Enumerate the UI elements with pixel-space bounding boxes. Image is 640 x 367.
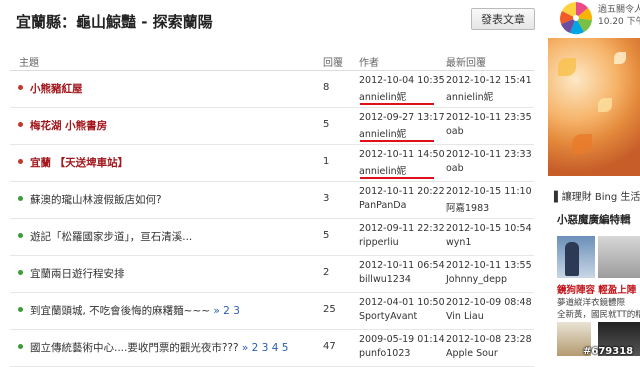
last-reply-author[interactable]: annielin妮 xyxy=(446,89,493,103)
topic-row[interactable]: 蘇澳的瓏山林渡假飯店如何? 3 2012-10-11 20:22 PanPanDa 2… xyxy=(10,182,534,219)
created-time: 2012-10-11 14:50 xyxy=(359,149,445,160)
topic-row[interactable]: 宜蘭兩日遊行程安排 2 2012-10-11 06:54 billwu1234 201… xyxy=(10,256,534,293)
last-reply-author[interactable]: wyn1 xyxy=(446,237,471,248)
author-link[interactable]: PanPanDa xyxy=(359,200,406,211)
topic-row[interactable]: 小熊豬紅屋 8 2012-10-04 10:35 annielin妮 2012-10-… xyxy=(10,71,534,108)
topic-bullet-icon xyxy=(18,307,23,312)
product-thumbnail[interactable] xyxy=(598,236,640,278)
pinwheel-logo-icon[interactable] xyxy=(558,0,594,36)
author-link[interactable]: SportyAvant xyxy=(359,311,417,322)
topic-link[interactable]: 宜蘭兩日遊行程安排 xyxy=(30,266,125,281)
author-link[interactable]: billwu1234 xyxy=(359,274,411,285)
last-reply-author[interactable]: oab xyxy=(446,126,464,137)
sidebar-caption-2[interactable]: 全新黃，國民就TT的精 xyxy=(557,308,640,320)
author-link[interactable]: annielin妮 xyxy=(359,126,406,140)
topic-link[interactable]: 國立傳統藝術中心....要收門票的觀光夜市??? » 2 3 4 5 xyxy=(30,340,288,355)
post-article-button[interactable]: 發表文章 xyxy=(471,8,535,30)
topic-title[interactable]: 蘇澳的瓏山林渡假飯店如何? xyxy=(30,194,162,206)
last-reply-time: 2012-10-12 15:41 xyxy=(446,75,532,86)
topic-title[interactable]: 宜蘭 【天送埤車站】 xyxy=(30,157,128,169)
topic-row[interactable]: 梅花湖 小熊書房 5 2012-09-27 13:17 annielin妮 2012-… xyxy=(10,108,534,145)
col-header-topic: 主題 xyxy=(19,58,39,69)
col-header-last-reply: 最新回覆 xyxy=(446,58,486,69)
autumn-ad-banner[interactable] xyxy=(548,38,640,176)
topic-link[interactable]: 宜蘭 【天送埤車站】 xyxy=(30,155,128,170)
last-reply-time: 2012-10-09 08:48 xyxy=(446,297,532,308)
last-reply-time: 2012-10-08 23:28 xyxy=(446,334,532,345)
last-reply-time: 2012-10-15 10:54 xyxy=(446,223,532,234)
topic-row[interactable]: 遊記「松羅國家步道」，亘石清溪... 5 2012-09-11 22:32 ripp… xyxy=(10,219,534,256)
author-link[interactable]: ripperliu xyxy=(359,237,399,248)
last-reply-time: 2012-10-15 11:10 xyxy=(446,186,532,197)
last-reply-time: 2012-10-11 13:55 xyxy=(446,260,532,271)
ad-time: 10.20 下午 xyxy=(598,17,640,27)
last-reply-author[interactable]: Vin Liau xyxy=(446,311,484,322)
topic-title[interactable]: 遊記「松羅國家步道」，亘石清溪... xyxy=(30,231,192,243)
topic-link[interactable]: 到宜蘭頭城, 不吃會後悔的麻糬麵~~~ » 2 3 xyxy=(30,303,240,318)
topic-bullet-icon xyxy=(18,159,23,164)
topic-page-links[interactable]: » 2 3 xyxy=(213,305,239,317)
topic-row[interactable]: 宜蘭 【天送埤車站】 1 2012-10-11 14:50 annielin妮 201… xyxy=(10,145,534,182)
red-underline-annotation xyxy=(360,140,434,142)
last-reply-time: 2012-10-11 23:33 xyxy=(446,149,532,160)
topic-title[interactable]: 小熊豬紅屋 xyxy=(30,83,83,95)
reply-count: 25 xyxy=(323,304,336,315)
last-reply-time: 2012-10-11 23:35 xyxy=(446,112,532,123)
topic-bullet-icon xyxy=(18,196,23,201)
runner-thumbnail[interactable] xyxy=(557,236,595,278)
topic-row[interactable]: 到宜蘭頭城, 不吃會後悔的麻糬麵~~~ » 2 3 25 2012-04-01 10… xyxy=(10,293,534,330)
reply-count: 3 xyxy=(323,193,330,204)
red-underline-annotation xyxy=(360,103,434,105)
col-header-replies: 回覆 xyxy=(323,58,343,69)
created-time: 2012-09-11 22:32 xyxy=(359,223,445,234)
sidebar-section-title[interactable]: 小惡魔廣編特輯 xyxy=(557,212,631,227)
author-link[interactable]: annielin妮 xyxy=(359,89,406,103)
last-reply-author[interactable]: oab xyxy=(446,163,464,174)
page-title: 宜蘭縣：龜山鯨豔 - 探索蘭陽 xyxy=(16,13,213,31)
topic-bullet-icon xyxy=(18,122,23,127)
created-time: 2009-05-19 01:14 xyxy=(359,334,445,345)
created-time: 2012-10-04 10:35 xyxy=(359,75,445,86)
reply-count: 8 xyxy=(323,82,330,93)
red-underline-annotation xyxy=(360,177,434,179)
created-time: 2012-09-27 13:17 xyxy=(359,112,445,123)
last-reply-author[interactable]: 阿嘉1983 xyxy=(446,200,489,214)
author-link[interactable]: punfo1023 xyxy=(359,348,410,359)
sidebar-link[interactable]: ▌讓理財 Bing 生活 xyxy=(554,188,640,203)
topic-title[interactable]: 到宜蘭頭城, 不吃會後悔的麻糬麵~~~ xyxy=(30,305,210,317)
created-time: 2012-10-11 06:54 xyxy=(359,260,445,271)
col-header-author: 作者 xyxy=(359,58,379,69)
topic-link[interactable]: 小熊豬紅屋 xyxy=(30,81,83,96)
sidebar-caption-1[interactable]: 夢道縱洋衣鏡體際 xyxy=(557,296,625,308)
created-time: 2012-10-11 20:22 xyxy=(359,186,445,197)
topic-link[interactable]: 遊記「松羅國家步道」，亘石清溪... xyxy=(30,229,192,244)
reply-count: 2 xyxy=(323,267,330,278)
topic-row[interactable]: 國立傳統藝術中心....要收門票的觀光夜市??? » 2 3 4 5 47 2009… xyxy=(10,330,534,367)
reply-count: 47 xyxy=(323,341,336,352)
last-reply-author[interactable]: Apple Sour xyxy=(446,348,498,359)
topic-bullet-icon xyxy=(18,344,23,349)
topic-title[interactable]: 梅花湖 小熊書房 xyxy=(30,120,107,132)
forum-main: 宜蘭縣：龜山鯨豔 - 探索蘭陽 發表文章 主題 回覆 作者 最新回覆 小熊豬紅屋… xyxy=(0,0,548,367)
reply-count: 5 xyxy=(323,119,330,130)
topic-bullet-icon xyxy=(18,85,23,90)
topic-page-links[interactable]: » 2 3 4 5 xyxy=(242,342,289,354)
created-time: 2012-04-01 10:50 xyxy=(359,297,445,308)
sidebar-red-caption[interactable]: 鏡狗陣容 輕盈上陣 xyxy=(557,282,636,296)
topic-bullet-icon xyxy=(18,233,23,238)
reply-count: 5 xyxy=(323,230,330,241)
topic-title[interactable]: 宜蘭兩日遊行程安排 xyxy=(30,268,125,280)
last-reply-author[interactable]: Johnny_depp xyxy=(446,274,507,285)
author-link[interactable]: annielin妮 xyxy=(359,163,406,177)
topic-link[interactable]: 梅花湖 小熊書房 xyxy=(30,118,107,133)
topic-bullet-icon xyxy=(18,270,23,275)
topic-title[interactable]: 國立傳統藝術中心....要收門票的觀光夜市??? xyxy=(30,342,239,354)
watermark-id: #679318 xyxy=(583,346,634,357)
topic-link[interactable]: 蘇澳的瓏山林渡假飯店如何? xyxy=(30,192,162,207)
reply-count: 1 xyxy=(323,156,330,167)
